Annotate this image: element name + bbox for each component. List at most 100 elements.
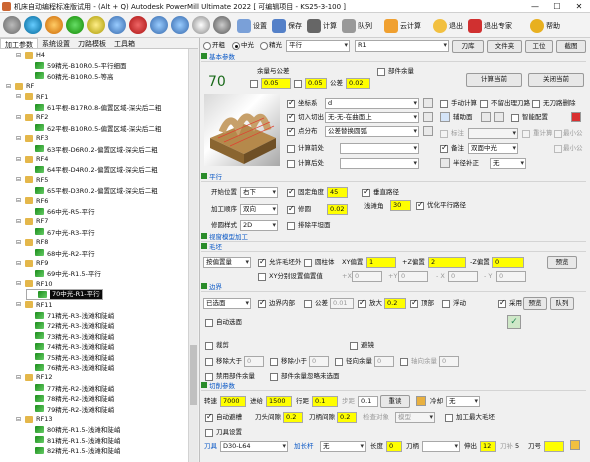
float-checkbox[interactable] — [442, 300, 450, 308]
recalc-checkbox[interactable] — [522, 130, 530, 138]
xy-separate-checkbox[interactable] — [258, 273, 266, 281]
tree-path-item[interactable]: 61平根-B17R0.8-偏置区域-深尖后二粗 — [26, 102, 161, 112]
screenshot-button[interactable]: 截图 — [556, 40, 586, 53]
tree-path-item[interactable]: 67中光-R3-平行 — [26, 227, 95, 237]
tree-path-item[interactable]: 80精光-R1.5-浅滩和陡峭 — [26, 424, 120, 434]
boundary-preview-button[interactable]: 预览 — [523, 297, 547, 310]
tree-folder[interactable]: ⊟ RF3 — [16, 133, 48, 143]
axial-allow-checkbox[interactable] — [400, 358, 408, 366]
help-button[interactable]: 帮助 — [530, 16, 560, 35]
tree-folder[interactable]: ⊟ RF8 — [16, 237, 48, 247]
tree-folder[interactable]: ⊟ RF10 — [16, 279, 53, 289]
boundary-type-select[interactable]: 已选面 — [203, 298, 251, 309]
top-checkbox[interactable] — [410, 298, 418, 308]
min-b-checkbox[interactable] — [554, 145, 562, 153]
leads-edit-icon[interactable] — [423, 112, 433, 122]
tree-folder[interactable]: ⊟ RF7 — [16, 216, 48, 226]
workstation-button[interactable]: 工位 — [525, 40, 553, 53]
blank-type-select[interactable]: 按偏置量 — [203, 257, 251, 268]
note-select[interactable]: 双面中光 — [468, 143, 518, 154]
tab-toolbox[interactable]: 工具箱 — [110, 38, 139, 48]
tree-path-item[interactable]: 78精光-R2-浅滩和陡峭 — [26, 393, 114, 403]
check-object-select[interactable]: 模型 — [395, 412, 435, 423]
assist-a-icon[interactable] — [481, 112, 491, 122]
tool-icon[interactable] — [108, 16, 126, 34]
tree-path-item[interactable]: 71精光-R3-浅滩和陡峭 — [26, 310, 114, 320]
tree-folder[interactable]: ⊟ H4 — [16, 50, 45, 60]
tool-select-bottom[interactable]: D30-L64 — [220, 441, 288, 452]
tree-path-item[interactable]: 68中光-R2-平行 — [26, 248, 95, 258]
calculate-button[interactable]: 计算 — [307, 16, 337, 35]
fixed-angle-checkbox[interactable] — [287, 187, 295, 197]
expand-icon[interactable]: ⊟ — [6, 83, 13, 90]
section-basic[interactable]: 基本参数 — [201, 53, 586, 62]
blank-preview-button[interactable]: 预览 — [547, 256, 577, 269]
fixed-angle-input[interactable]: 45 — [327, 187, 348, 198]
expand-icon[interactable]: ⊟ — [16, 197, 23, 204]
tree-path-item[interactable]: 64平根-D4R0.2-偏置区域-深尖后二粗 — [26, 164, 158, 174]
add-icon[interactable] — [66, 16, 84, 34]
tree-path-item[interactable]: 77精光-R2-浅滩和陡峭 — [26, 383, 114, 393]
axial-allowance-checkbox[interactable] — [294, 80, 302, 88]
axial-allowance-input[interactable]: 0.05 — [305, 78, 327, 89]
feed-input[interactable]: 1500 — [266, 396, 292, 407]
close-button[interactable]: ✕ — [568, 0, 590, 13]
tree-folder[interactable]: ⊟ RF13 — [16, 414, 53, 424]
holder-gap-input[interactable]: 0.2 — [337, 412, 357, 423]
tool-library-button[interactable]: 刀库 — [452, 40, 484, 53]
expand-icon[interactable]: ⊟ — [16, 135, 23, 142]
calc-after-select[interactable] — [340, 158, 419, 169]
tolerance-input[interactable]: 0.02 — [346, 78, 370, 89]
tree-path-item[interactable]: 72精光-R3-浅滩和陡峭 — [26, 320, 114, 330]
tree-folder[interactable]: ⊟ RF4 — [16, 154, 48, 164]
stepdown-input[interactable]: 0.1 — [358, 396, 378, 407]
tree-path-item[interactable]: 66中光-R5-平行 — [26, 206, 95, 216]
section-parallel[interactable]: 平行 — [201, 173, 586, 182]
section-blank[interactable]: 毛坯 — [201, 243, 586, 252]
tree-path-item[interactable]: 70中光-R1-平行 — [26, 289, 103, 301]
trim-checkbox[interactable] — [205, 342, 213, 350]
ignore-unselected-checkbox[interactable] — [270, 373, 278, 381]
exit-button[interactable]: 退出 — [433, 16, 463, 35]
expand-icon[interactable]: ⊟ — [16, 260, 23, 267]
spindle-speed-input[interactable]: 7000 — [220, 396, 246, 407]
tool-gap-input[interactable]: 0.2 — [283, 412, 303, 423]
radial-allow-input[interactable]: 0 — [374, 356, 394, 367]
allowance-lock-checkbox[interactable] — [250, 80, 258, 88]
boundary-tol-input[interactable]: 0.01 — [330, 298, 354, 309]
enlarge-checkbox[interactable] — [358, 298, 366, 308]
length-input[interactable]: 0 — [386, 441, 402, 452]
tree-folder[interactable]: ⊟ RF9 — [16, 258, 48, 268]
y-plus-input[interactable]: 0 — [398, 271, 428, 282]
down-icon[interactable] — [171, 16, 189, 34]
avoid-checkbox[interactable] — [350, 342, 358, 350]
smoothing-checkbox[interactable] — [287, 204, 295, 214]
radio-semi-finish[interactable] — [232, 42, 240, 50]
x-minus-input[interactable]: 0 — [448, 271, 478, 282]
expand-icon[interactable]: ⊟ — [16, 114, 23, 121]
boundary-tol-checkbox[interactable] — [304, 300, 312, 308]
tree-path-item[interactable]: 63平根-D6R0.2-偏置区域-深尖后二粗 — [26, 144, 158, 154]
stepover-input[interactable]: 0.1 — [312, 396, 338, 407]
leads-checkbox[interactable] — [287, 112, 295, 122]
section-window-model[interactable]: 视窗模型加工 — [201, 233, 586, 242]
expand-icon[interactable]: ⊟ — [16, 301, 23, 308]
manual-calc-checkbox[interactable] — [440, 100, 448, 108]
radial-allowance-input[interactable]: 0.05 — [261, 78, 291, 89]
filter-checkbox[interactable] — [440, 130, 448, 138]
delete-icon[interactable] — [129, 16, 147, 34]
remove-smaller-input[interactable]: 0 — [309, 356, 329, 367]
radio-rough[interactable] — [203, 42, 211, 50]
tree-folder[interactable]: ⊟ RF6 — [16, 196, 48, 206]
tree-path-item[interactable]: 79精光-R2-浅滩和陡峭 — [26, 404, 114, 414]
coord-pick-icon[interactable] — [423, 98, 433, 108]
tree-path-item[interactable]: 82精光-R1.5-浅滩和陡峭 — [26, 445, 120, 455]
remove-larger-input[interactable]: 0 — [244, 356, 264, 367]
tools-icon[interactable] — [192, 16, 210, 34]
remove-larger-checkbox[interactable] — [205, 358, 213, 366]
tree-path-item[interactable]: 62平根-B10R0.5-偏置区域-深尖后二粗 — [26, 123, 161, 133]
smart-config-icon[interactable] — [571, 112, 581, 122]
start-position-select[interactable]: 右下 — [240, 187, 278, 198]
max-blank-checkbox[interactable] — [445, 414, 453, 422]
globe-icon[interactable] — [24, 16, 42, 34]
